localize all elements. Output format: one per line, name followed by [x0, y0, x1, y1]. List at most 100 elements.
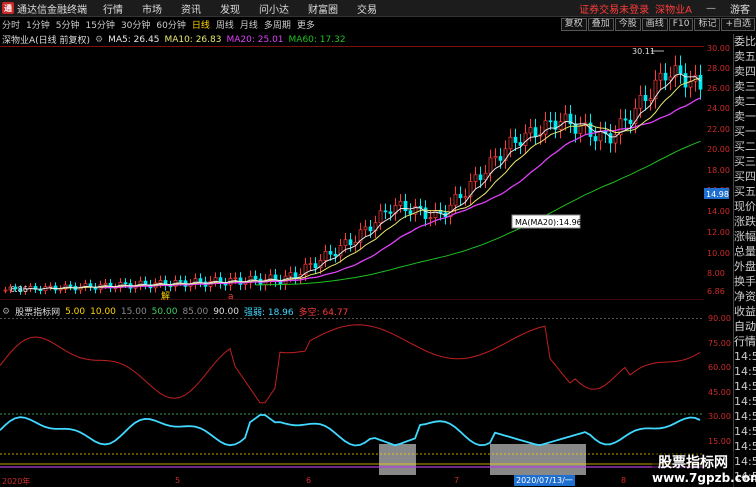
candle-body [458, 193, 463, 199]
price-tag: 14.98 [706, 190, 729, 199]
candle-body [473, 174, 478, 182]
ind-param-10: 10.00 [90, 306, 116, 317]
candle-body [333, 253, 338, 257]
candle-body [578, 125, 583, 134]
date-axis: 2020年 5 6 7 2020/07/13/一 8 [0, 475, 704, 487]
price-tick: 20.00 [707, 145, 730, 154]
date-label: 7 [454, 476, 460, 485]
candle-body [548, 120, 553, 123]
indicator-tick: 15.00 [708, 437, 731, 446]
candle-body [58, 288, 63, 291]
quote-field: 14:5 [734, 365, 756, 378]
quote-panel: 委比 卖五 卖四 卖三 卖二 卖一 买一 买二 买三 买四 买五 现价 涨跌 涨幅 总量 外盘 换手 净资 收益 自动… [733, 34, 756, 487]
ma20-tooltip: MA(MA20):14.96 [511, 214, 582, 229]
candle-body [523, 132, 528, 146]
candle-body [563, 113, 568, 123]
candle-body [598, 130, 603, 142]
candle-body [478, 174, 483, 181]
candle-body [513, 136, 518, 143]
date-label: 8 [621, 476, 627, 485]
ma10-line [50, 77, 701, 290]
indicator-settings-icon[interactable]: ⚙ [2, 307, 10, 317]
candle-body [3, 289, 8, 292]
tooltip-text: MA(MA20):14.96 [515, 218, 582, 227]
indicator-red-line [0, 324, 701, 404]
indicator-name[interactable]: 股票指标网 [15, 305, 60, 318]
quote-field: 买一 [734, 125, 756, 138]
candle-body [158, 280, 163, 284]
candle-body [488, 157, 493, 174]
quote-field: 卖四 [734, 65, 756, 78]
quote-field: 涨跌 [734, 215, 756, 228]
price-tick: 6.86 [707, 287, 725, 296]
event-marker-a: a [228, 292, 234, 300]
candle-body [623, 118, 628, 121]
candle-body [628, 119, 633, 124]
indicator-tick: 60.00 [708, 363, 731, 372]
price-tick: 24.00 [707, 104, 730, 113]
price-tick: 10.00 [707, 249, 730, 258]
watermark-title: 股票指标网 [658, 455, 728, 471]
price-tick: 18.00 [707, 166, 730, 175]
indicator-axis: 90.00 75.00 60.00 45.00 30.00 15.00 [708, 314, 731, 446]
highlight-box-2 [490, 444, 586, 475]
app-window: 通 通达信金融终端 行情 市场 资讯 发现 问小达 财富圈 交易 证券交易未登录… [0, 0, 756, 487]
quote-field: 14:5 [734, 455, 756, 468]
candle-body [648, 98, 653, 101]
candle-body [328, 250, 333, 255]
quote-field: 14:5 [734, 380, 756, 393]
candle-body [123, 282, 128, 284]
watermark: 股票指标网 www.7gpzb.com [652, 451, 756, 487]
price-axis-labels: 30.0028.0026.0024.0022.0020.0018.0016.00… [707, 44, 730, 296]
quote-field: 14:5 [734, 395, 756, 408]
indicator-axis-labels: 90.00 75.00 60.00 45.00 30.00 15.00 [708, 314, 731, 446]
quote-field: 现价 [734, 200, 756, 213]
ind-bullbear-value: 多空: 64.77 [298, 308, 349, 318]
price-axis: 30.0028.0026.0024.0022.0020.0018.0016.00… [704, 44, 730, 296]
candle-body [463, 196, 468, 199]
quote-field: 14:5 [734, 440, 756, 453]
candle-body [658, 72, 663, 81]
candle-body [683, 73, 688, 88]
candle-body [593, 136, 598, 142]
candle-body [638, 94, 643, 109]
candle-body [493, 156, 498, 159]
ind-param-90: 90.00 [213, 306, 239, 317]
quote-field: 总量 [734, 245, 756, 258]
candle-body [453, 193, 458, 206]
candle-body [293, 272, 298, 279]
candle-body [198, 278, 203, 283]
quote-field: 14:5 [734, 410, 756, 423]
ind-strength-value: 强弱: 18.96 [243, 308, 294, 318]
candle-body [288, 272, 293, 277]
candle-body [423, 207, 428, 219]
candle-body [103, 282, 108, 286]
price-chart[interactable]: 30.11 6.86 MA(MA20):14.96 解 a [0, 0, 704, 300]
candle-body [408, 210, 413, 215]
candle-body [573, 123, 578, 134]
indicator-chart[interactable] [0, 318, 704, 475]
candle-body [528, 127, 533, 134]
candle-body [368, 226, 373, 232]
candle-body [178, 280, 183, 282]
candle-body [323, 250, 328, 261]
event-marker-unlock: 解 [161, 290, 170, 300]
price-tick: 28.00 [707, 64, 730, 73]
candle-body [508, 136, 513, 150]
indicator-tick: 45.00 [708, 388, 731, 397]
price-tick: 8.00 [707, 269, 725, 278]
quote-field: 收益 [734, 305, 756, 318]
candle-body [313, 263, 318, 269]
price-tick: 14.00 [707, 207, 730, 216]
indicator-legend: ⚙ 股票指标网 5.00 10.00 15.00 50.00 85.00 90.… [0, 305, 353, 319]
date-cursor-label: 2020/07/13/一 [514, 475, 575, 486]
candle-body [643, 94, 648, 101]
candle-body [678, 65, 683, 74]
candle-body [608, 133, 613, 144]
date-label: 2020年 [2, 477, 31, 486]
candle-body [308, 263, 313, 265]
candle-body [498, 156, 503, 161]
quote-field: 买五 [734, 185, 756, 198]
price-tick: 26.00 [707, 84, 730, 93]
price-tick: 30.00 [707, 44, 730, 53]
